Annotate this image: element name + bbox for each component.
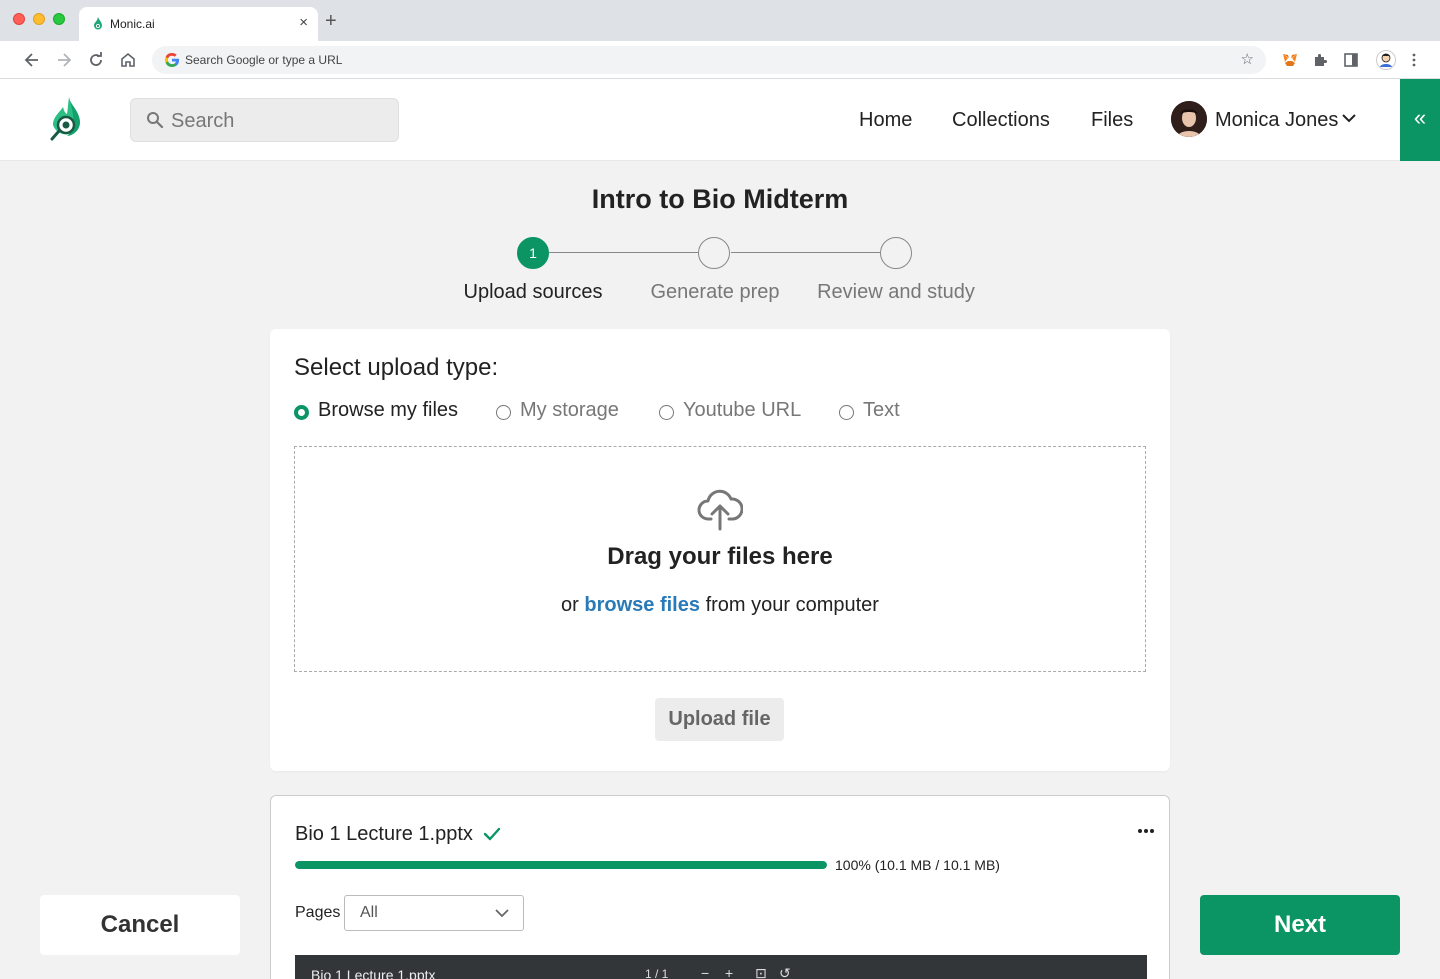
close-window-button[interactable] bbox=[13, 13, 25, 25]
forward-icon[interactable] bbox=[54, 50, 74, 70]
nav-home-link[interactable]: Home bbox=[859, 109, 912, 132]
tab-title: Monic.ai bbox=[110, 17, 155, 31]
file-dropzone[interactable]: Drag your files here or browse files fro… bbox=[294, 446, 1146, 672]
stepper-connector bbox=[731, 252, 880, 253]
monic-logo-icon[interactable] bbox=[47, 95, 83, 145]
browser-tab[interactable]: Monic.ai × bbox=[79, 7, 318, 41]
zoom-out-button[interactable]: − bbox=[701, 965, 709, 979]
search-input[interactable]: Search bbox=[130, 98, 399, 142]
bookmark-star-icon[interactable]: ☆ bbox=[1241, 50, 1254, 68]
browser-tabstrip: Monic.ai × + bbox=[0, 0, 1440, 41]
google-icon bbox=[164, 52, 180, 68]
user-photo-icon bbox=[1171, 101, 1207, 137]
tab-close-icon[interactable]: × bbox=[299, 14, 308, 32]
file-preview-toolbar: Bio 1 Lecture 1.pptx 1 / 1 − + ⊡ ↺ bbox=[295, 955, 1147, 979]
extensions-puzzle-icon[interactable] bbox=[1312, 52, 1328, 68]
pages-label: Pages bbox=[295, 904, 341, 921]
zoom-in-button[interactable]: + bbox=[725, 965, 733, 979]
stepper-connector bbox=[549, 252, 698, 253]
next-button[interactable]: Next bbox=[1200, 895, 1400, 955]
drag-files-title: Drag your files here bbox=[607, 543, 833, 570]
rotate-icon[interactable]: ↺ bbox=[779, 965, 791, 979]
reload-icon[interactable] bbox=[86, 50, 106, 70]
radio-label[interactable]: My storage bbox=[520, 399, 619, 422]
step-2-circle bbox=[698, 237, 730, 269]
back-icon[interactable] bbox=[22, 50, 42, 70]
nav-collections-link[interactable]: Collections bbox=[952, 109, 1050, 132]
search-icon bbox=[147, 112, 164, 129]
preview-page-counter[interactable]: 1 / 1 bbox=[645, 967, 668, 979]
upload-card: Select upload type: Browse my files My s… bbox=[270, 329, 1170, 771]
radio-label[interactable]: Browse my files bbox=[318, 399, 458, 422]
new-tab-button[interactable]: + bbox=[325, 11, 337, 31]
check-icon bbox=[483, 827, 501, 841]
upload-progress-fill bbox=[295, 861, 827, 869]
step-2-label: Generate prep bbox=[650, 281, 780, 303]
radio-unchecked-icon[interactable] bbox=[659, 405, 674, 420]
address-placeholder: Search Google or type a URL bbox=[185, 53, 343, 67]
page-title: Intro to Bio Midterm bbox=[591, 184, 849, 214]
radio-label[interactable]: Youtube URL bbox=[683, 399, 801, 422]
chevron-down-icon[interactable] bbox=[1342, 113, 1356, 123]
pages-selected-value: All bbox=[360, 904, 378, 921]
side-panel-icon[interactable] bbox=[1343, 52, 1359, 68]
app-header: Search Home Collections Files Monica Jon… bbox=[0, 79, 1440, 161]
radio-unchecked-icon[interactable] bbox=[496, 405, 511, 420]
cancel-button[interactable]: Cancel bbox=[40, 895, 240, 955]
radio-checked-icon[interactable] bbox=[294, 405, 309, 420]
radio-label[interactable]: Text bbox=[863, 399, 900, 422]
step-1-label: Upload sources bbox=[463, 281, 603, 303]
fit-page-icon[interactable]: ⊡ bbox=[755, 965, 767, 979]
step-3-label: Review and study bbox=[817, 281, 975, 303]
browser-menu-icon[interactable] bbox=[1406, 52, 1422, 68]
monic-favicon-icon bbox=[94, 17, 102, 30]
cloud-upload-icon bbox=[697, 489, 743, 531]
uploaded-file-card: Bio 1 Lecture 1.pptx 100% (10.1 MB / 10.… bbox=[270, 795, 1170, 979]
upload-type-heading: Select upload type: bbox=[294, 354, 499, 381]
upload-file-button[interactable]: Upload file bbox=[655, 698, 784, 741]
upload-progress-text: 100% (10.1 MB / 10.1 MB) bbox=[835, 857, 1000, 873]
drag-suffix: from your computer bbox=[705, 594, 879, 616]
maximize-window-button[interactable] bbox=[53, 13, 65, 25]
user-name[interactable]: Monica Jones bbox=[1215, 109, 1338, 132]
minimize-window-button[interactable] bbox=[33, 13, 45, 25]
more-options-icon[interactable] bbox=[1137, 828, 1155, 834]
profile-avatar-icon[interactable] bbox=[1376, 50, 1396, 70]
file-name: Bio 1 Lecture 1.pptx bbox=[295, 823, 473, 845]
upload-progress-bar bbox=[295, 861, 827, 869]
browse-files-link[interactable]: browse files bbox=[584, 594, 700, 616]
user-avatar[interactable] bbox=[1171, 101, 1207, 137]
drag-files-subtitle: or browse files from your computer bbox=[295, 594, 1145, 617]
preview-file-title: Bio 1 Lecture 1.pptx bbox=[311, 967, 436, 979]
step-3-circle bbox=[880, 237, 912, 269]
browser-toolbar: Search Google or type a URL ☆ bbox=[0, 41, 1440, 79]
collapse-sidebar-button[interactable]: « bbox=[1400, 79, 1440, 161]
nav-files-link[interactable]: Files bbox=[1091, 109, 1133, 132]
pages-select[interactable]: All bbox=[344, 895, 524, 931]
home-icon[interactable] bbox=[118, 50, 138, 70]
metamask-extension-icon[interactable] bbox=[1282, 52, 1298, 68]
drag-prefix: or bbox=[561, 594, 579, 616]
chevron-down-icon bbox=[495, 909, 509, 918]
radio-unchecked-icon[interactable] bbox=[839, 405, 854, 420]
step-1-circle: 1 bbox=[517, 237, 549, 269]
search-placeholder: Search bbox=[171, 110, 235, 132]
address-bar[interactable]: Search Google or type a URL ☆ bbox=[152, 46, 1266, 74]
